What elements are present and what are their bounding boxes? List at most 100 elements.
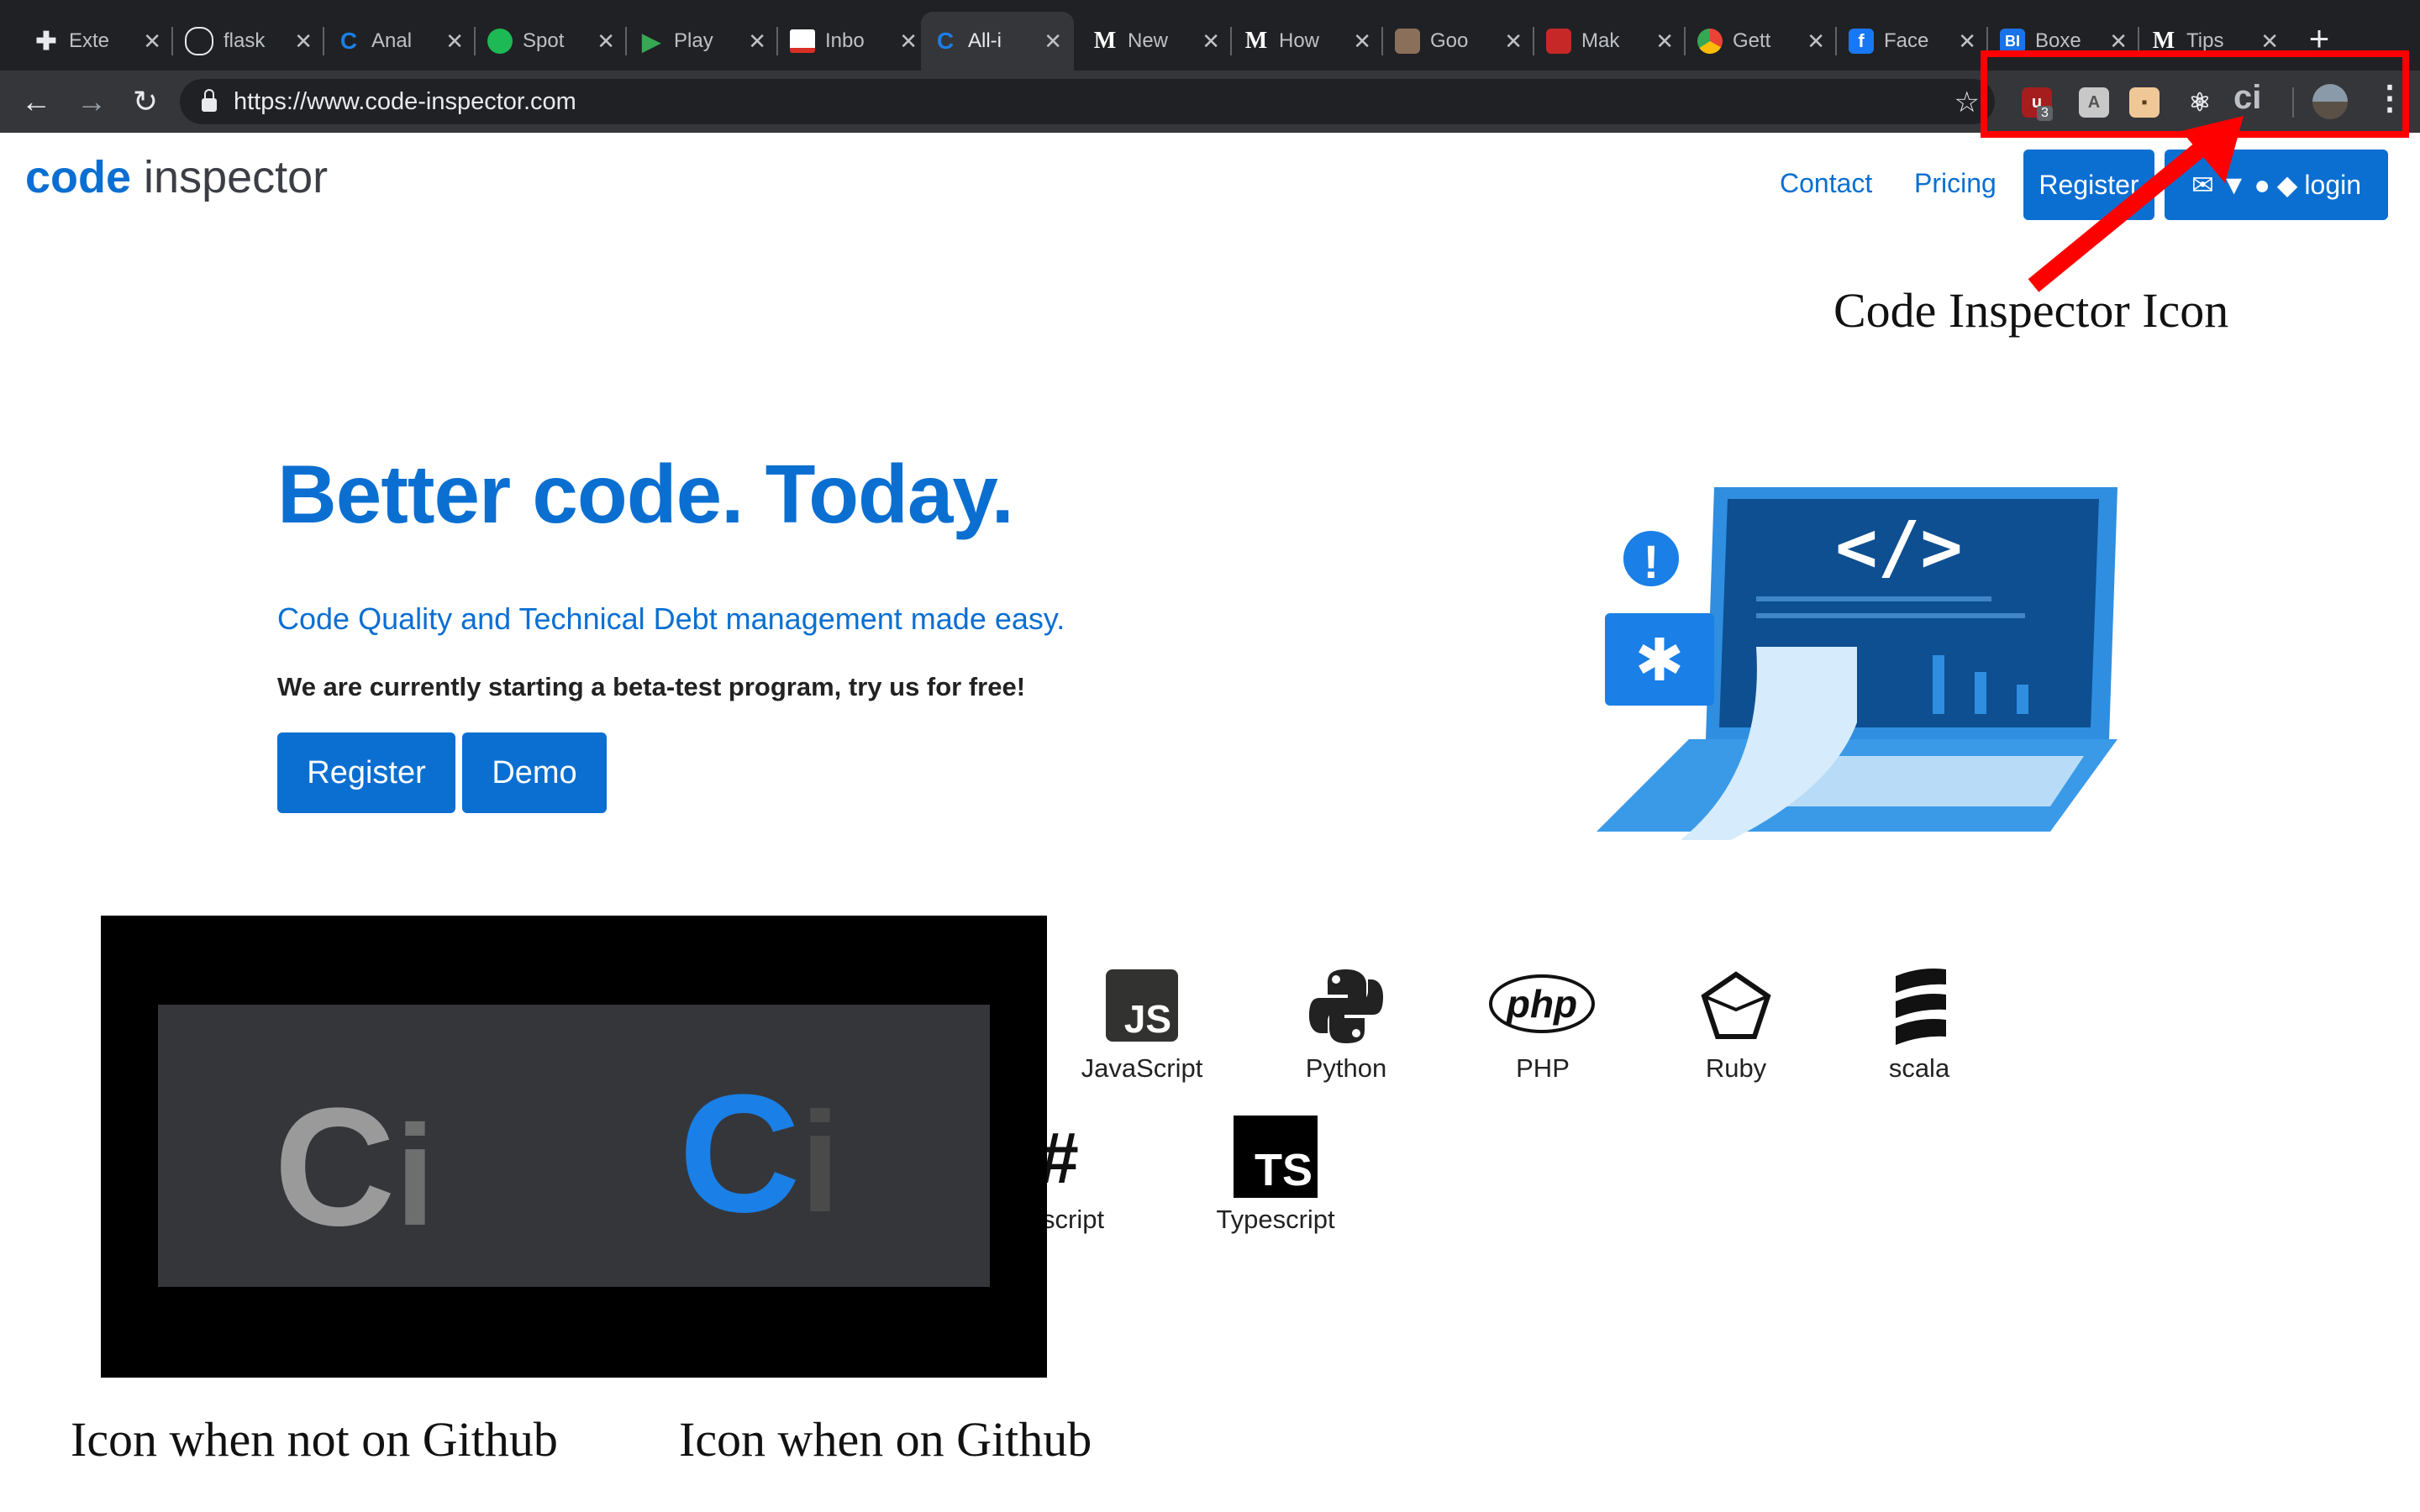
tab-extensions[interactable]: ✚ Exte ✕ xyxy=(22,12,173,71)
ci-letter-i: i xyxy=(800,1083,840,1242)
address-bar[interactable]: https://www.code-inspector.com ☆ xyxy=(180,79,1995,124)
chrome-icon xyxy=(1697,29,1723,54)
lang-label: Typescript xyxy=(1216,1205,1335,1234)
python-icon xyxy=(1309,969,1383,1043)
tab-medium-new[interactable]: M New ✕ xyxy=(1081,12,1232,71)
lang-label: PHP xyxy=(1516,1053,1570,1083)
bookmark-star-icon[interactable]: ☆ xyxy=(1954,86,1980,119)
tab-spotify[interactable]: Spot ✕ xyxy=(476,12,627,71)
medium-icon: M xyxy=(1093,28,1117,54)
nav-contact[interactable]: Contact xyxy=(1780,168,1872,199)
url-text[interactable]: https://www.code-inspector.com xyxy=(234,88,576,116)
close-icon[interactable]: ✕ xyxy=(1504,29,1523,55)
hero-beta-text: We are currently starting a beta-test pr… xyxy=(277,672,1026,701)
php-icon: php xyxy=(1489,974,1595,1033)
ci-letter-c: C xyxy=(679,1060,801,1247)
bar-mark xyxy=(1975,672,1986,714)
alert-icon: ! xyxy=(1644,535,1660,588)
close-icon[interactable]: ✕ xyxy=(1353,29,1371,55)
close-icon[interactable]: ✕ xyxy=(597,29,615,55)
facebook-icon: f xyxy=(1849,29,1874,54)
tab-play[interactable]: ▶ Play ✕ xyxy=(627,12,778,71)
lang-label: Ruby xyxy=(1705,1053,1767,1083)
red-arrow xyxy=(2028,116,2244,292)
site-icon xyxy=(1546,29,1571,54)
close-icon[interactable]: ✕ xyxy=(1044,29,1062,55)
gitlab-icon: ◆ xyxy=(2276,170,2298,200)
tab-title: Face xyxy=(1884,29,1929,52)
gmail-icon xyxy=(790,29,815,53)
hero-subtitle: Code Quality and Technical Debt manageme… xyxy=(277,601,1065,636)
site-icon xyxy=(1395,29,1420,54)
tab-title: Goo xyxy=(1430,29,1469,52)
tab-title: Tips xyxy=(2186,29,2224,52)
ci-icon: C xyxy=(936,28,955,54)
tab-title: Boxe xyxy=(2035,29,2081,52)
lang-label: scala xyxy=(1888,1053,1950,1083)
ci-letter-i: i xyxy=(395,1096,435,1256)
play-icon: ▶ xyxy=(642,28,660,55)
tab-title: Spot xyxy=(523,29,565,52)
demo-label: Demo xyxy=(492,754,577,790)
nav-pricing[interactable]: Pricing xyxy=(1914,168,1996,199)
tab-make[interactable]: Mak ✕ xyxy=(1534,12,1686,71)
hero-register-button[interactable]: Register xyxy=(277,732,455,813)
close-icon[interactable]: ✕ xyxy=(445,29,464,55)
logo-code: code xyxy=(25,152,132,202)
site-logo[interactable]: code inspector xyxy=(25,151,328,203)
tab-title: Gett xyxy=(1733,29,1771,52)
annotation-label: Code Inspector Icon xyxy=(1833,283,2229,338)
close-icon[interactable]: ✕ xyxy=(1958,29,1976,55)
tab-facebook[interactable]: f Face ✕ xyxy=(1837,12,1988,71)
tab-title: flask xyxy=(224,29,266,52)
puzzle-icon: ✚ xyxy=(35,27,57,55)
tab-title: All-i xyxy=(968,29,1002,52)
tab-title: How xyxy=(1279,29,1320,52)
bar-mark xyxy=(1933,655,1944,714)
laptop-illustration: </> ✱ ! xyxy=(1597,487,2118,840)
tab-flask[interactable]: flask ✕ xyxy=(173,12,324,71)
tab-title: Play xyxy=(674,29,713,52)
zoomed-extension-icons: Ci Ci xyxy=(158,1005,990,1287)
ci-icon-active: Ci xyxy=(679,1070,840,1247)
close-icon[interactable]: ✕ xyxy=(1202,29,1220,55)
lang-label: JavaScript xyxy=(1081,1053,1203,1083)
bar-mark xyxy=(2017,685,2028,714)
tab-title: New xyxy=(1128,29,1169,52)
lock-icon xyxy=(202,89,217,112)
ruby-icon xyxy=(1701,971,1771,1039)
tab-google[interactable]: Goo ✕ xyxy=(1383,12,1534,71)
close-icon[interactable]: ✕ xyxy=(1807,29,1825,55)
close-icon[interactable]: ✕ xyxy=(899,29,918,55)
reload-button[interactable]: ↻ xyxy=(123,79,168,124)
hero-demo-button[interactable]: Demo xyxy=(462,732,607,813)
close-icon[interactable]: ✕ xyxy=(143,29,161,55)
tab-title: Anal xyxy=(371,29,413,52)
lang-label: Python xyxy=(1305,1053,1387,1083)
login-label: login xyxy=(2304,169,2362,200)
logo-inspector: inspector xyxy=(131,152,329,202)
back-button[interactable]: ← xyxy=(13,79,59,124)
scala-icon xyxy=(1896,969,1946,1045)
typescript-icon: TS xyxy=(1234,1116,1318,1198)
close-icon[interactable]: ✕ xyxy=(1655,29,1674,55)
ci-letter-c: C xyxy=(274,1074,396,1261)
ci-icon-inactive: Ci xyxy=(274,1084,435,1260)
tab-medium-how[interactable]: M How ✕ xyxy=(1232,12,1383,71)
tab-title: Exte xyxy=(69,29,110,52)
code-line xyxy=(1756,596,1991,601)
tab-analysis[interactable]: C Anal ✕ xyxy=(324,12,476,71)
caption-not-github: Icon when not on Github xyxy=(71,1412,558,1467)
close-icon[interactable]: ✕ xyxy=(294,29,313,55)
javascript-icon: JS xyxy=(1106,969,1178,1042)
tab-all-in-one[interactable]: C All-i ✕ xyxy=(921,12,1074,71)
close-icon[interactable]: ✕ xyxy=(748,29,766,55)
hero-title: Better code. Today. xyxy=(277,448,1014,540)
ci-icon: C xyxy=(339,28,358,54)
tab-inbox[interactable]: Inbo ✕ xyxy=(778,12,929,71)
medium-icon: M xyxy=(1244,28,1268,54)
forward-button[interactable]: → xyxy=(69,79,114,124)
spotify-icon xyxy=(487,29,513,54)
code-symbol: </> xyxy=(1835,506,1963,588)
tab-getting[interactable]: Gett ✕ xyxy=(1686,12,1837,71)
